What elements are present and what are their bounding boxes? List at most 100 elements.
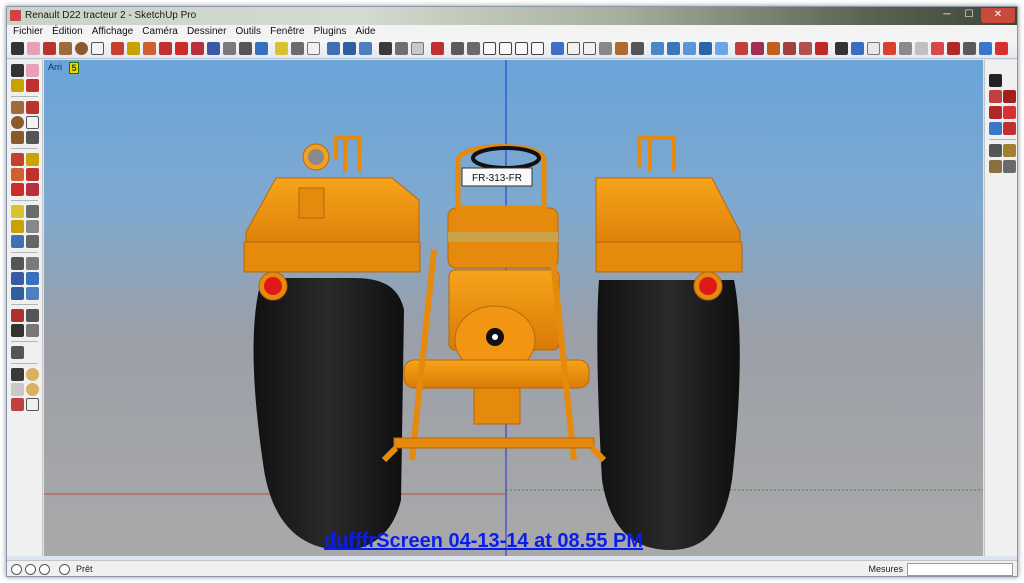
menu-fenetre[interactable]: Fenêtre xyxy=(267,25,307,39)
text-icon[interactable] xyxy=(26,220,39,233)
freehand-icon[interactable] xyxy=(26,131,39,144)
dimension-tool-icon[interactable] xyxy=(291,42,304,55)
menu-plugins[interactable]: Plugins xyxy=(311,25,350,39)
position-camera-icon[interactable] xyxy=(359,42,372,55)
info-icon[interactable] xyxy=(11,564,22,575)
next-view-icon[interactable] xyxy=(26,287,39,300)
view-iso-icon[interactable] xyxy=(451,42,464,55)
circle-icon[interactable] xyxy=(11,116,24,129)
add-detail-icon[interactable] xyxy=(815,42,828,55)
move-tool-icon[interactable] xyxy=(111,42,124,55)
stamp-right-icon[interactable] xyxy=(989,106,1002,119)
text-tool-icon[interactable] xyxy=(307,42,320,55)
solid-trim-icon[interactable] xyxy=(989,160,1002,173)
drape-right-icon[interactable] xyxy=(1003,106,1016,119)
arc-tool-icon[interactable] xyxy=(91,42,104,55)
sketchup-app-icon[interactable] xyxy=(10,10,21,21)
section-plane-icon[interactable] xyxy=(411,42,424,55)
previous-view-icon[interactable] xyxy=(11,287,24,300)
paint-icon[interactable] xyxy=(26,79,39,92)
look-around-icon[interactable] xyxy=(26,309,39,322)
zoom-window-icon[interactable] xyxy=(26,272,39,285)
offset-tool-icon[interactable] xyxy=(191,42,204,55)
view-back-icon[interactable] xyxy=(515,42,528,55)
menu-dessiner[interactable]: Dessiner xyxy=(184,25,229,39)
solid-union-icon[interactable] xyxy=(989,144,1002,157)
sandbox-from-contours-icon[interactable] xyxy=(735,42,748,55)
wireframe-icon[interactable] xyxy=(567,42,580,55)
make-component-icon[interactable] xyxy=(11,79,24,92)
sandbox-contours-right-icon[interactable] xyxy=(989,90,1002,103)
3d-text-icon[interactable] xyxy=(26,235,39,248)
menu-camera[interactable]: Caméra xyxy=(139,25,181,39)
light-icon[interactable] xyxy=(26,383,39,396)
outliner-icon[interactable] xyxy=(667,42,680,55)
axes-tool-icon[interactable] xyxy=(327,42,340,55)
protractor-icon[interactable] xyxy=(11,220,24,233)
drape-icon[interactable] xyxy=(799,42,812,55)
flip-edge-icon[interactable] xyxy=(835,42,848,55)
measurements-input[interactable] xyxy=(907,563,1013,576)
view-front-icon[interactable] xyxy=(483,42,496,55)
scale-tool-icon[interactable] xyxy=(175,42,188,55)
menu-outils[interactable]: Outils xyxy=(232,25,264,39)
walk-tool-icon[interactable] xyxy=(343,42,356,55)
shaded-textures-icon[interactable] xyxy=(615,42,628,55)
menu-aide[interactable]: Aide xyxy=(353,25,379,39)
eraser-icon[interactable] xyxy=(26,64,39,77)
circle-tool-icon[interactable] xyxy=(75,42,88,55)
layers-icon[interactable] xyxy=(651,42,664,55)
zoom-extents-icon[interactable] xyxy=(255,42,268,55)
help-icon[interactable] xyxy=(59,564,70,575)
plugin-last-icon[interactable] xyxy=(995,42,1008,55)
plugin-blue-icon[interactable] xyxy=(979,42,992,55)
smoove-icon[interactable] xyxy=(767,42,780,55)
hidden-line-icon[interactable] xyxy=(583,42,596,55)
position-camera-left-icon[interactable] xyxy=(11,324,24,337)
arc-icon[interactable] xyxy=(26,116,39,129)
orbit-icon[interactable] xyxy=(11,257,24,270)
menu-fichier[interactable]: Fichier xyxy=(10,25,46,39)
plugin-red-icon[interactable] xyxy=(931,42,944,55)
scale-icon[interactable] xyxy=(11,183,24,196)
offset-icon[interactable] xyxy=(26,183,39,196)
push-pull-tool-icon[interactable] xyxy=(127,42,140,55)
view-top-icon[interactable] xyxy=(467,42,480,55)
dimension-icon[interactable] xyxy=(26,205,39,218)
walk-icon[interactable] xyxy=(11,309,24,322)
styles-icon[interactable] xyxy=(683,42,696,55)
follow-me-tool-icon[interactable] xyxy=(159,42,172,55)
rotate-tool-icon[interactable] xyxy=(143,42,156,55)
followme-icon[interactable] xyxy=(26,168,39,181)
view-right-icon[interactable] xyxy=(499,42,512,55)
sandbox-left-icon[interactable] xyxy=(11,346,24,359)
shadows-icon[interactable] xyxy=(715,42,728,55)
eraser-tool-icon[interactable] xyxy=(27,42,40,55)
move-icon[interactable] xyxy=(11,153,24,166)
minimize-button[interactable]: ─ xyxy=(937,8,957,23)
geo-location-icon[interactable] xyxy=(851,42,864,55)
warehouse-left-icon[interactable] xyxy=(11,398,24,411)
monochrome-icon[interactable] xyxy=(631,42,644,55)
components-icon[interactable] xyxy=(395,42,408,55)
detail-right-icon[interactable] xyxy=(989,122,1002,135)
tape-icon[interactable] xyxy=(11,205,24,218)
solid-subtract-icon[interactable] xyxy=(1003,144,1016,157)
menu-edition[interactable]: Édition xyxy=(49,25,86,39)
section-icon[interactable] xyxy=(26,324,39,337)
pencil-tool-icon[interactable] xyxy=(43,42,56,55)
hand-icon[interactable] xyxy=(26,398,39,411)
pushpull-icon[interactable] xyxy=(26,153,39,166)
fog-icon[interactable] xyxy=(11,383,24,396)
tape-measure-icon[interactable] xyxy=(275,42,288,55)
solid-split-icon[interactable] xyxy=(1003,160,1016,173)
share-model-icon[interactable] xyxy=(883,42,896,55)
geolocation-icon[interactable] xyxy=(25,564,36,575)
shadow-settings-icon[interactable] xyxy=(11,368,24,381)
sandbox-scratch-right-icon[interactable] xyxy=(989,74,1002,87)
pan-tool-icon[interactable] xyxy=(223,42,236,55)
photo-textures-icon[interactable] xyxy=(867,42,880,55)
maximize-button[interactable]: ☐ xyxy=(959,8,979,23)
flip-right-icon[interactable] xyxy=(1003,122,1016,135)
paint-bucket-icon[interactable] xyxy=(379,42,392,55)
